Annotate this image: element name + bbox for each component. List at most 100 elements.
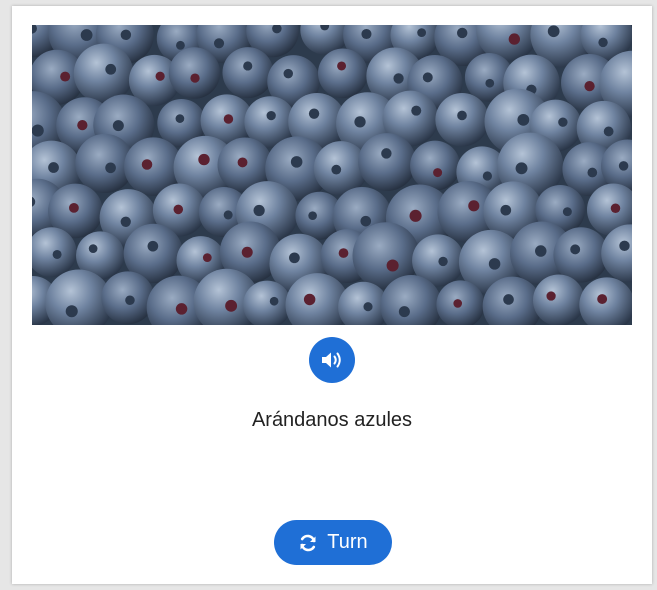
berry	[168, 47, 221, 99]
berry-crown	[411, 105, 422, 116]
berry-crown	[515, 162, 528, 175]
berry-crown	[283, 68, 293, 79]
berry-crown	[69, 202, 79, 213]
berry-crown	[618, 161, 629, 171]
berry-crown	[453, 299, 463, 308]
berry-crown	[65, 305, 78, 318]
berry-crown	[417, 28, 427, 38]
berry-crown	[198, 153, 210, 166]
berry-crown	[32, 124, 44, 137]
berry	[532, 274, 585, 325]
berry-crown	[308, 108, 320, 119]
berry-crown	[517, 113, 530, 126]
blueberries-illustration	[32, 25, 632, 325]
flashcard-word: Arándanos azules	[251, 409, 413, 431]
turn-button[interactable]: Turn	[274, 520, 392, 565]
berry-crown	[500, 204, 512, 216]
berry-crown	[105, 162, 116, 174]
berry-crown	[202, 253, 212, 262]
berry-crown	[603, 126, 614, 137]
berry-crown	[237, 157, 248, 168]
berry-crown	[190, 73, 200, 83]
berry-crown	[393, 73, 404, 84]
berry-crown	[241, 246, 253, 258]
berry-crown	[141, 159, 153, 170]
berry-crown	[175, 114, 185, 123]
berry-crown	[503, 294, 514, 305]
berry-crown	[112, 120, 124, 132]
berry-crown	[176, 40, 185, 50]
berry-crown	[266, 110, 276, 121]
berry-crown	[60, 71, 71, 82]
berry-crown	[610, 203, 621, 213]
berry-crown	[562, 207, 572, 217]
berry-crown	[48, 162, 59, 173]
berry-crown	[338, 248, 349, 258]
berry-crown	[547, 25, 560, 38]
berry-crown	[52, 249, 62, 259]
berry-crown	[243, 61, 253, 71]
berry-crown	[535, 245, 547, 257]
berry-crown	[105, 63, 117, 75]
berry-crown	[482, 171, 493, 181]
speaker-volume-icon	[322, 352, 341, 368]
berry-crown	[363, 302, 373, 312]
berry-crown	[619, 240, 630, 252]
berry-crown	[361, 28, 372, 40]
berry-crown	[147, 240, 159, 252]
berry-crown	[584, 80, 595, 92]
berry-crown	[77, 119, 88, 131]
berry	[73, 43, 134, 104]
berry-crown	[381, 148, 392, 159]
berry-crown	[289, 252, 300, 264]
berry-crown	[223, 114, 234, 124]
sync-icon	[298, 533, 318, 553]
blueberries-image	[32, 25, 632, 325]
berry-crown	[558, 117, 568, 127]
berry-crown	[488, 258, 501, 270]
berry-crown	[456, 27, 468, 39]
berry-crown	[360, 215, 372, 227]
berry	[410, 140, 461, 191]
berry-crown	[438, 256, 448, 267]
berry	[317, 48, 368, 99]
berry-crown	[120, 216, 131, 227]
berry-crown	[88, 244, 98, 253]
berry-crown	[468, 200, 480, 212]
berry-crown	[213, 38, 225, 49]
berry-crown	[120, 29, 132, 41]
berry-crown	[598, 37, 608, 48]
berry-crown	[253, 204, 265, 217]
berry-crown	[409, 209, 422, 222]
berry-crown	[225, 299, 238, 312]
berry	[358, 133, 417, 191]
berry-crown	[597, 294, 608, 304]
berry-crown	[570, 244, 581, 255]
berry-crown	[290, 156, 303, 168]
turn-button-label: Turn	[327, 531, 368, 553]
berry-crown	[303, 293, 316, 306]
berry	[222, 47, 274, 99]
berry-crown	[308, 211, 317, 220]
berry-crown	[125, 295, 135, 306]
berry-crown	[457, 110, 467, 121]
berry-crown	[354, 116, 366, 128]
berry-crown	[155, 71, 165, 81]
berry-crown	[422, 72, 433, 83]
berry-crown	[485, 78, 495, 88]
berry-crown	[587, 167, 598, 178]
berry-crown	[546, 291, 556, 301]
berry-crown	[269, 296, 279, 306]
berry-crown	[175, 303, 188, 315]
berry-crown	[331, 164, 342, 175]
flashcard: Arándanos azules Turn	[12, 6, 652, 584]
berry-crown	[508, 33, 520, 45]
berry-crown	[80, 29, 93, 41]
berry-crown	[173, 204, 184, 215]
play-audio-button[interactable]	[309, 337, 355, 383]
berry-crown	[337, 61, 347, 71]
berry-crown	[398, 306, 410, 318]
berry-crown	[433, 168, 443, 178]
berry	[553, 227, 609, 283]
berry-crown	[223, 210, 233, 220]
